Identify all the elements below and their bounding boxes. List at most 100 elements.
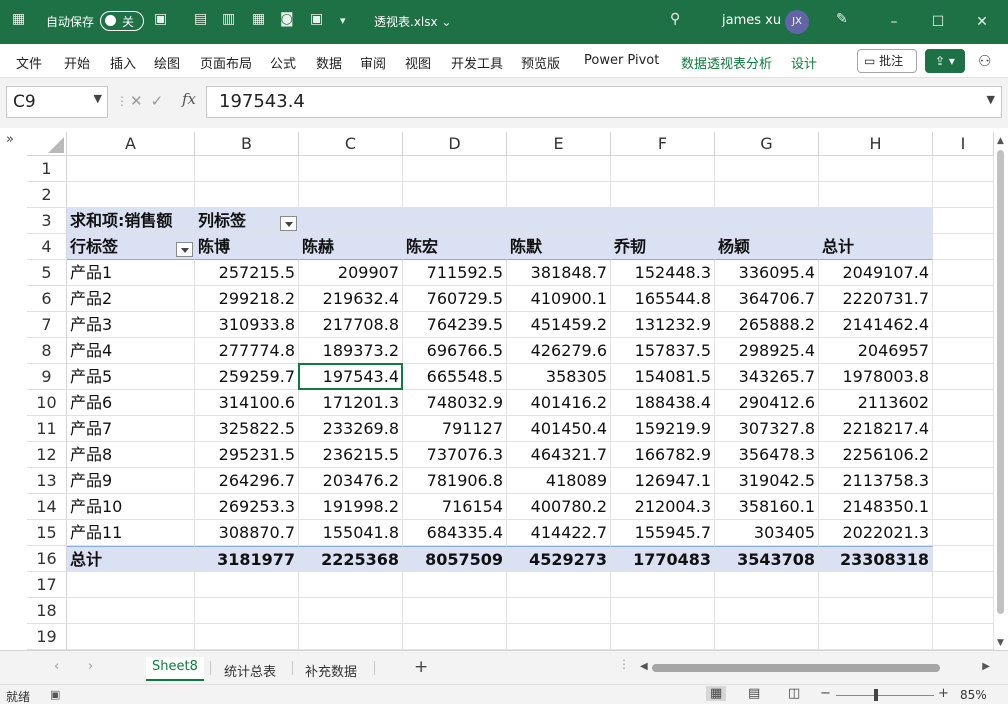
- cell[interactable]: [195, 624, 299, 650]
- row-label-filter-button[interactable]: [176, 242, 193, 257]
- cell[interactable]: [933, 286, 994, 312]
- pivot-value-cell[interactable]: 410900.1: [507, 286, 611, 312]
- scroll-down-icon[interactable]: ▼: [997, 638, 1004, 648]
- cell[interactable]: [933, 416, 994, 442]
- pivot-value-cell[interactable]: 2256106.2: [819, 442, 933, 468]
- next-sheet-icon[interactable]: ›: [88, 659, 93, 674]
- pivot-value-cell[interactable]: 152448.3: [611, 260, 715, 286]
- cell[interactable]: [933, 624, 994, 650]
- row-header-7[interactable]: 7: [27, 312, 67, 338]
- tab-home[interactable]: 开始: [64, 53, 90, 72]
- cell[interactable]: [403, 182, 507, 208]
- customize-quick-access-icon[interactable]: ▾: [340, 14, 346, 27]
- row-header-15[interactable]: 15: [27, 520, 67, 546]
- pivot-value-cell[interactable]: 159219.9: [611, 416, 715, 442]
- pivot-value-cell[interactable]: 299218.2: [195, 286, 299, 312]
- grand-total-cell[interactable]: 1770483: [611, 546, 715, 572]
- pivot-column-header[interactable]: 杨颖: [715, 234, 819, 260]
- row-header-16[interactable]: 16: [27, 546, 67, 572]
- vertical-scrollbar[interactable]: ▲ ▼: [994, 132, 1008, 650]
- pivot-value-cell[interactable]: 188438.4: [611, 390, 715, 416]
- pivot-row-item[interactable]: 产品4: [67, 338, 195, 364]
- account-search-icon[interactable]: ⚇: [978, 52, 991, 70]
- pivot-row-item[interactable]: 产品2: [67, 286, 195, 312]
- pivot-row-item[interactable]: 产品8: [67, 442, 195, 468]
- grand-total-cell[interactable]: 3181977: [195, 546, 299, 572]
- cell[interactable]: [819, 598, 933, 624]
- insert-function-icon[interactable]: fx: [182, 90, 196, 108]
- pivot-value-cell[interactable]: 303405: [715, 520, 819, 546]
- pivot-value-cell[interactable]: 748032.9: [403, 390, 507, 416]
- cell[interactable]: [819, 182, 933, 208]
- column-header-i[interactable]: I: [933, 132, 994, 156]
- tab-insert[interactable]: 插入: [110, 53, 136, 72]
- cell[interactable]: [195, 156, 299, 182]
- pivot-value-cell[interactable]: 217708.8: [299, 312, 403, 338]
- cell[interactable]: [403, 598, 507, 624]
- cell[interactable]: [933, 442, 994, 468]
- column-header-f[interactable]: F: [611, 132, 715, 156]
- pivot-value-cell[interactable]: 154081.5: [611, 364, 715, 390]
- pivot-value-cell[interactable]: 665548.5: [403, 364, 507, 390]
- pivot-value-cell[interactable]: 264296.7: [195, 468, 299, 494]
- pivot-value-cell[interactable]: 358160.1: [715, 494, 819, 520]
- grand-total-cell[interactable]: 4529273: [507, 546, 611, 572]
- pivot-value-cell[interactable]: 236215.5: [299, 442, 403, 468]
- cell[interactable]: [933, 494, 994, 520]
- cell[interactable]: [715, 572, 819, 598]
- row-header-13[interactable]: 13: [27, 468, 67, 494]
- pivot-value-cell[interactable]: 209907: [299, 260, 403, 286]
- vertical-scroll-thumb[interactable]: [997, 150, 1004, 614]
- pivot-header-cell[interactable]: [611, 208, 715, 234]
- pivot-value-cell[interactable]: 760729.5: [403, 286, 507, 312]
- pivot-value-cell[interactable]: 155041.8: [299, 520, 403, 546]
- pivot-value-cell[interactable]: 2220731.7: [819, 286, 933, 312]
- avatar[interactable]: JX: [785, 10, 809, 34]
- cell[interactable]: [299, 598, 403, 624]
- cell[interactable]: [67, 156, 195, 182]
- pivot-value-cell[interactable]: 308870.7: [195, 520, 299, 546]
- cell[interactable]: [819, 624, 933, 650]
- cell[interactable]: [195, 572, 299, 598]
- sheet-tab-summary[interactable]: 统计总表: [224, 661, 276, 680]
- pivot-header-cell[interactable]: [403, 208, 507, 234]
- pivot-row-item[interactable]: 产品3: [67, 312, 195, 338]
- cell[interactable]: [933, 364, 994, 390]
- page-break-view-icon[interactable]: ◫: [788, 686, 800, 701]
- cell[interactable]: [611, 598, 715, 624]
- cell[interactable]: [715, 624, 819, 650]
- pivot-value-cell[interactable]: 265888.2: [715, 312, 819, 338]
- pivot-value-cell[interactable]: 2113758.3: [819, 468, 933, 494]
- grand-total-cell[interactable]: 8057509: [403, 546, 507, 572]
- cell[interactable]: [715, 156, 819, 182]
- cell[interactable]: [933, 520, 994, 546]
- cell[interactable]: [933, 546, 994, 572]
- cell[interactable]: [933, 312, 994, 338]
- pivot-value-cell[interactable]: 381848.7: [507, 260, 611, 286]
- column-header-e[interactable]: E: [507, 132, 611, 156]
- share-button[interactable]: ⇪ ▾: [925, 49, 965, 73]
- scroll-up-icon[interactable]: ▲: [997, 136, 1004, 146]
- row-header-12[interactable]: 12: [27, 442, 67, 468]
- pivot-value-cell[interactable]: 307327.8: [715, 416, 819, 442]
- pivot-value-cell[interactable]: 2046957: [819, 338, 933, 364]
- pivot-value-cell[interactable]: 358305: [507, 364, 611, 390]
- sheet-tab-supplement[interactable]: 补充数据: [305, 661, 357, 680]
- cell[interactable]: [507, 156, 611, 182]
- pivot-value-cell[interactable]: 171201.3: [299, 390, 403, 416]
- maximize-icon[interactable]: ☐: [924, 8, 952, 36]
- row-header-1[interactable]: 1: [27, 156, 67, 182]
- new-file-icon[interactable]: ▤: [194, 11, 207, 27]
- column-header-c[interactable]: C: [299, 132, 403, 156]
- pivot-row-item[interactable]: 产品7: [67, 416, 195, 442]
- formula-input[interactable]: 197543.4 ▼: [206, 86, 1002, 118]
- pivot-value-cell[interactable]: 356478.3: [715, 442, 819, 468]
- pivot-column-header[interactable]: 陈默: [507, 234, 611, 260]
- cell[interactable]: [933, 598, 994, 624]
- minimize-icon[interactable]: –: [880, 8, 908, 36]
- pivot-value-label[interactable]: 求和项:销售额: [67, 208, 195, 234]
- expand-ribbon-icon[interactable]: »: [6, 132, 14, 147]
- name-box[interactable]: C9 ▼: [6, 86, 108, 118]
- column-header-h[interactable]: H: [819, 132, 933, 156]
- cell[interactable]: [299, 624, 403, 650]
